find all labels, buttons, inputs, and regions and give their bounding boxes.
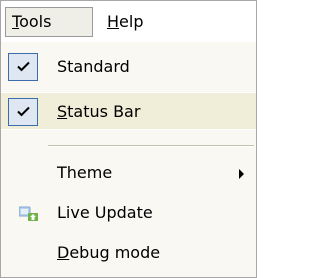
menu-item-theme-label: Theme [57,163,113,182]
menu-tools-label: ools [19,12,52,31]
menu-help[interactable]: Help [99,7,153,37]
menu-tools-mnemonic: T [12,12,20,31]
menu-tools[interactable]: Tools [5,7,93,37]
menu-item-theme[interactable]: Theme [1,154,256,192]
menu-separator [48,145,254,147]
menu-bar: Tools Help [1,1,256,42]
tools-menu-window: Tools Help Standard Status Bar Theme Liv… [0,0,257,278]
check-icon [8,98,38,126]
menu-item-status-bar-label: Status Bar [57,102,141,121]
menu-item-live-update[interactable]: Live Update [1,194,256,232]
menu-item-standard-label: Standard [57,57,130,76]
menu-item-standard[interactable]: Standard [1,48,256,86]
menu-help-mnemonic: H [107,12,120,31]
check-icon [8,53,38,81]
live-update-icon [19,206,38,221]
submenu-arrow-icon [239,169,244,179]
menu-item-status-bar[interactable]: Status Bar [1,92,256,130]
tools-dropdown: Standard Status Bar Theme Live Update De… [1,42,256,277]
menu-item-debug-mode-label: Debug mode [57,243,161,262]
menu-item-debug-mode[interactable]: Debug mode [1,234,256,272]
menu-item-live-update-label: Live Update [57,203,153,222]
menu-help-label: elp [119,12,144,31]
